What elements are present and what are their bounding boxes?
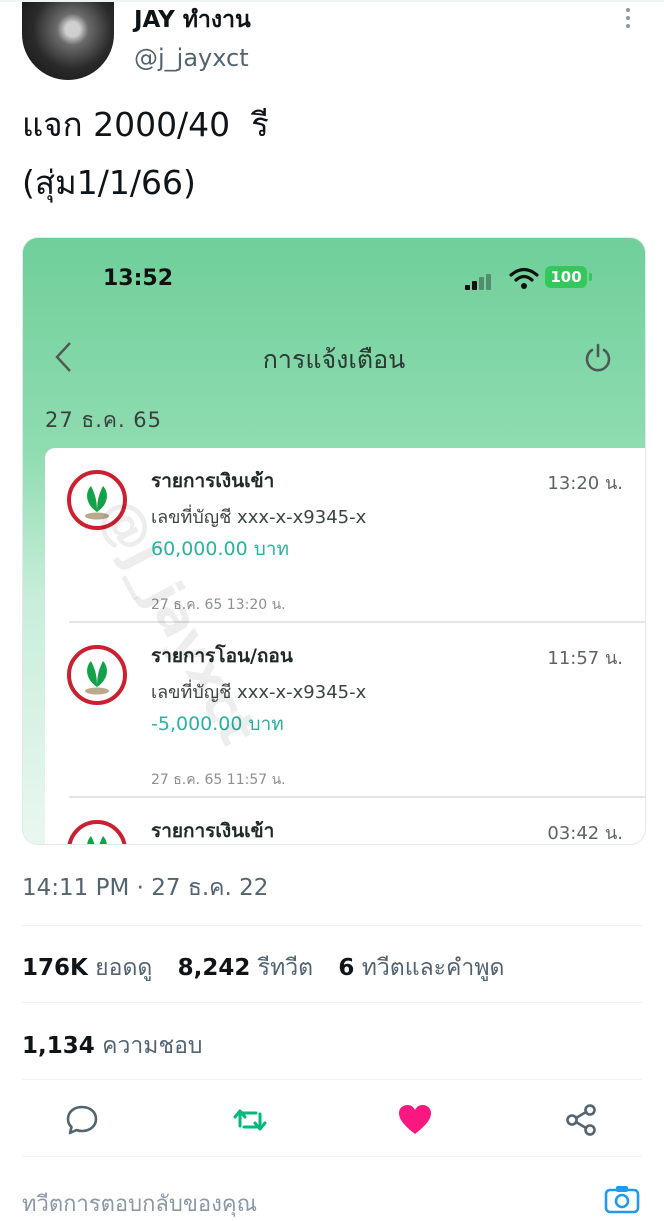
account-number: เลขที่บัญชี xxx-x-x9345-x <box>151 507 367 528</box>
quotes-count: 6 <box>338 955 355 981</box>
notification-timestamp: 27 ธ.ค. 65 13:20 น. <box>151 597 286 613</box>
reply-input[interactable]: ทวีตการตอบกลับของคุณ <box>22 1186 257 1221</box>
more-options-icon[interactable] <box>620 8 636 30</box>
divider <box>22 1079 642 1080</box>
camera-icon[interactable] <box>604 1184 640 1214</box>
screen-title: การแจ้งเตือน <box>262 345 406 374</box>
battery-icon: 100 <box>545 266 587 288</box>
quotes-stat[interactable]: 6 ทวีตและคำพูด <box>338 955 504 981</box>
retweets-count: 8,242 <box>177 955 251 981</box>
views-count: 176K <box>22 955 88 981</box>
kbank-logo-icon <box>67 470 127 530</box>
notification-time: 11:57 น. <box>547 648 623 669</box>
kbank-logo-icon <box>67 820 127 844</box>
account-number: เลขที่บัญชี xxx-x-x9345-x <box>151 682 367 703</box>
likes-stat[interactable]: 1,134 ความชอบ <box>22 1028 202 1064</box>
wifi-icon <box>509 267 539 289</box>
notification-list: รายการเงินเข้า 13:20 น. เลขที่บัญชี xxx-… <box>45 448 645 844</box>
retweets-label: รีทวีต <box>257 955 314 981</box>
retweets-stat[interactable]: 8,242 รีทวีต <box>178 955 313 981</box>
divider <box>22 1002 642 1003</box>
display-name[interactable]: JAY ทำงาน <box>134 2 251 38</box>
notification-title: รายการเงินเข้า <box>151 820 275 842</box>
handle[interactable]: @j_jayxct <box>134 44 249 72</box>
tweet-timestamp[interactable]: 14:11 PM · 27 ธ.ค. 22 <box>22 870 268 906</box>
views-stat: 176K ยอดดู <box>22 955 152 981</box>
date-header: 27 ธ.ค. 65 <box>45 408 163 432</box>
transaction-amount: -5,000.00 บาท <box>151 713 284 735</box>
notification-title: รายการเงินเข้า <box>151 470 275 492</box>
signal-icon <box>465 274 499 290</box>
likes-count: 1,134 <box>22 1033 95 1059</box>
notification-timestamp: 27 ธ.ค. 65 11:57 น. <box>151 772 286 788</box>
power-icon[interactable] <box>583 342 613 372</box>
notification-time: 03:42 น. <box>547 823 623 844</box>
reply-icon[interactable] <box>64 1102 100 1138</box>
notification-item[interactable]: รายการโอน/ถอน 11:57 น. เลขที่บัญชี xxx-x… <box>45 623 645 798</box>
like-icon[interactable] <box>397 1102 433 1138</box>
battery-tip <box>589 273 592 281</box>
notification-item[interactable]: รายการเงินเข้า 03:42 น. <box>45 798 645 844</box>
views-label: ยอดดู <box>95 955 153 981</box>
share-icon[interactable] <box>563 1102 599 1138</box>
attached-screenshot[interactable]: 13:52 100 การแจ้งเตือน 27 ธ.ค. 65 รายการ… <box>22 237 646 845</box>
status-bar-time: 13:52 <box>103 266 174 291</box>
tweet-text: แจก 2000/40 รี (สุ่ม1/1/66) <box>22 105 269 202</box>
avatar[interactable] <box>22 2 114 80</box>
kbank-logo-icon <box>67 645 127 705</box>
divider <box>22 1156 642 1157</box>
quotes-label: ทวีตและคำพูด <box>361 955 505 981</box>
notification-item[interactable]: รายการเงินเข้า 13:20 น. เลขที่บัญชี xxx-… <box>45 448 645 623</box>
engagement-stats: 176K ยอดดู 8,242 รีทวีต 6 ทวีตและคำพูด <box>22 950 522 986</box>
notification-time: 13:20 น. <box>547 473 623 494</box>
retweet-icon[interactable] <box>232 1102 268 1138</box>
likes-label: ความชอบ <box>102 1033 203 1059</box>
divider <box>22 925 642 926</box>
transaction-amount: 60,000.00 บาท <box>151 538 289 560</box>
notification-title: รายการโอน/ถอน <box>151 645 293 667</box>
